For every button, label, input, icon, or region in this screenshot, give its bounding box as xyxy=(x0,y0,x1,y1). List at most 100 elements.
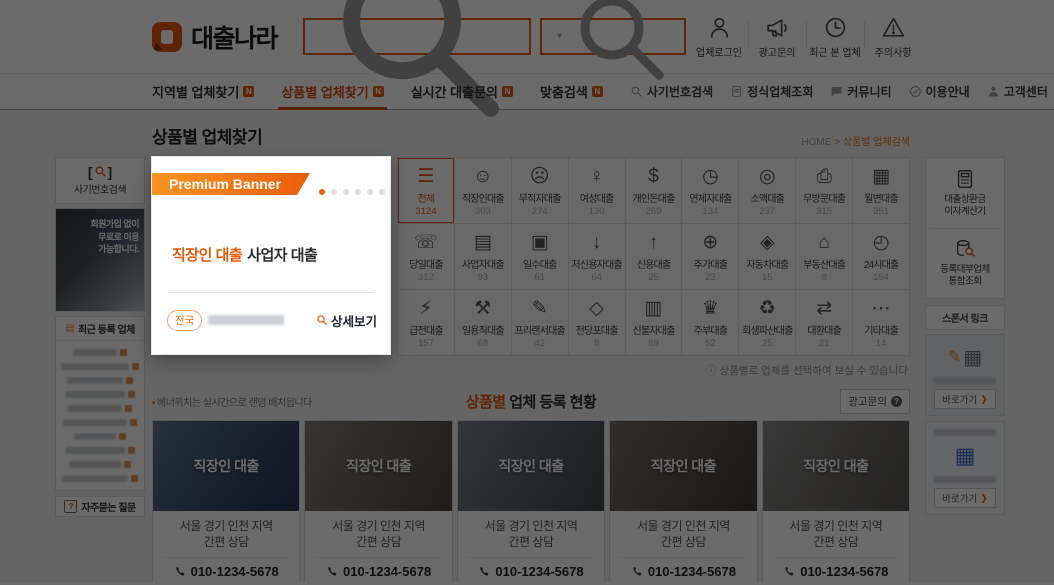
caution-link[interactable]: 주의사항 xyxy=(864,15,922,59)
category-cell[interactable]: ☏ 당일대출 312 xyxy=(398,224,454,289)
company-search-input[interactable] xyxy=(551,29,555,45)
loan-interest-calculator-link[interactable]: 대출상환금이자계산기 xyxy=(929,168,1001,219)
company-login-link[interactable]: 업체로그인 xyxy=(690,15,748,59)
recent-company-item-blurred[interactable] xyxy=(61,460,139,468)
category-label: 대환대출 xyxy=(807,322,841,337)
usage-guide-link[interactable]: 이용안내 xyxy=(909,83,970,100)
recent-company-item-blurred[interactable] xyxy=(61,362,139,370)
category-cell[interactable]: ⊕ 추가대출 23 xyxy=(682,224,738,289)
customer-center-link[interactable]: 고객센터 xyxy=(987,83,1048,100)
category-cell[interactable]: ▤ 사업자대출 93 xyxy=(455,224,511,289)
category-cell[interactable]: ♛ 주부대출 52 xyxy=(682,290,738,355)
breadcrumb-home[interactable]: HOME xyxy=(801,137,831,148)
card-phone[interactable]: 010-1234-5678 xyxy=(620,557,746,582)
category-cell[interactable]: ♀ 여성대출 130 xyxy=(569,158,625,223)
ad-inquiry-link[interactable]: 광고문의 xyxy=(748,15,806,59)
recent-company-item-blurred[interactable] xyxy=(61,432,139,440)
category-icon: ♛ xyxy=(702,296,719,321)
section-title: 상품별 업체 등록 현황 xyxy=(152,391,910,412)
pagination-dot[interactable] xyxy=(343,189,349,195)
new-badge xyxy=(126,377,133,384)
recent-companies-list xyxy=(56,341,144,490)
category-cell[interactable]: ◷ 연체자대출 134 xyxy=(682,158,738,223)
category-cell[interactable]: $ 개인돈대출 269 xyxy=(626,158,682,223)
premium-banner-ribbon: Premium Banner xyxy=(152,173,310,195)
pagination-dot[interactable] xyxy=(331,189,337,195)
fraud-number-search-link[interactable]: 사기번호검색 xyxy=(630,83,713,100)
shortcut-button[interactable]: 바로가기❯ xyxy=(934,488,996,508)
banner-detail-link[interactable]: 상세보기 xyxy=(316,311,377,330)
category-cell[interactable]: ◇ 전당포대출 8 xyxy=(569,290,625,355)
nav-custom-search[interactable]: 맞춤검색 N xyxy=(540,74,603,109)
recent-company-item-blurred[interactable] xyxy=(61,348,139,356)
category-cell[interactable]: ☺ 직장인대출 303 xyxy=(455,158,511,223)
recent-company-item-blurred[interactable] xyxy=(61,474,139,482)
category-icon: ◴ xyxy=(873,230,890,255)
licensed-company-lookup-link[interactable]: 정식업체조회 xyxy=(730,83,813,100)
category-cell[interactable]: ⚡ 급전대출 157 xyxy=(398,290,454,355)
category-cell[interactable]: ↓ 저신용자대출 64 xyxy=(569,224,625,289)
card-phone[interactable]: 010-1234-5678 xyxy=(773,557,899,582)
community-link[interactable]: 커뮤니티 xyxy=(830,83,891,100)
category-cell[interactable]: ⋯ 기타대출 14 xyxy=(853,290,909,355)
recent-company-item-blurred[interactable] xyxy=(61,376,139,384)
company-card[interactable]: 직장인 대출 서울 경기 인천 지역 간편 상담 010-1234-5678 xyxy=(609,420,757,582)
blurred-company-name xyxy=(208,315,284,325)
fraud-number-search-box[interactable]: [ ] 사기번호검색 xyxy=(55,157,145,204)
category-cell[interactable]: ◴ 24시대출 154 xyxy=(853,224,909,289)
company-card[interactable]: 직장인 대출 서울 경기 인천 지역 간편 상담 010-1234-5678 xyxy=(304,420,452,582)
category-icon: ⌂ xyxy=(818,230,829,255)
pagination-dot[interactable] xyxy=(367,189,373,195)
category-cell[interactable]: ✎ 프리랜서대출 42 xyxy=(512,290,568,355)
category-cell[interactable]: ◈ 자동차대출 15 xyxy=(739,224,795,289)
chevron-down-icon[interactable]: ▾ xyxy=(557,31,562,42)
pagination-dot[interactable] xyxy=(355,189,361,195)
category-cell[interactable]: ◎ 소액대출 237 xyxy=(739,158,795,223)
recently-viewed-link[interactable]: 최근 본 업체 xyxy=(806,15,864,59)
category-cell[interactable]: ♻ 회생파산대출 25 xyxy=(739,290,795,355)
category-cell[interactable]: ☰ 전체 3124 xyxy=(398,158,454,223)
card-phone[interactable]: 010-1234-5678 xyxy=(315,557,441,582)
faq-button[interactable]: ? 자주묻는 질문 xyxy=(55,496,145,517)
category-cell[interactable]: ⚒ 일용직대출 68 xyxy=(455,290,511,355)
company-card[interactable]: 직장인 대출 서울 경기 인천 지역 간편 상담 010-1234-5678 xyxy=(152,420,300,582)
nav-region-search[interactable]: 지역별 업체찾기 N xyxy=(152,74,254,109)
category-label: 개인돈대출 xyxy=(632,190,674,205)
sponsor-ad[interactable]: ✎▦ 바로가기❯ xyxy=(925,334,1005,416)
category-count: 274 xyxy=(532,206,548,217)
recent-company-item-blurred[interactable] xyxy=(61,418,139,426)
brand-logo[interactable]: 대출나라 xyxy=(152,19,277,55)
sponsor-links-title: 스폰서 링크 xyxy=(925,305,1005,330)
premium-banner[interactable]: Premium Banner xyxy=(152,157,390,354)
pagination-dot[interactable] xyxy=(319,189,325,195)
warning-icon xyxy=(881,15,906,40)
category-cell[interactable]: ▥ 신불자대출 69 xyxy=(626,290,682,355)
category-cell[interactable]: ⇄ 대환대출 21 xyxy=(796,290,852,355)
question-icon: ? xyxy=(64,500,77,513)
category-cell[interactable]: ⌂ 부동산대출 8 xyxy=(796,224,852,289)
category-icon: ☺ xyxy=(473,164,492,189)
recent-company-item-blurred[interactable] xyxy=(61,446,139,454)
company-card[interactable]: 직장인 대출 서울 경기 인천 지역 간편 상담 010-1234-5678 xyxy=(762,420,910,582)
free-signup-promo-banner[interactable]: 회원가입 없이 무료로 이용 가능합니다. xyxy=(55,208,145,312)
category-cell[interactable]: ↑ 신용대출 25 xyxy=(626,224,682,289)
category-count: 130 xyxy=(589,206,605,217)
sponsor-ad[interactable]: ▦ 바로가기❯ xyxy=(925,421,1005,515)
category-cell[interactable]: ▦ 월변대출 251 xyxy=(853,158,909,223)
search-icon[interactable] xyxy=(318,0,520,138)
nav-product-search[interactable]: 상품별 업체찾기 N xyxy=(281,74,383,109)
pagination-dot[interactable] xyxy=(379,189,385,195)
recent-company-item-blurred[interactable] xyxy=(61,390,139,398)
category-cell[interactable]: ▣ 일수대출 61 xyxy=(512,224,568,289)
blurred-company-name xyxy=(65,391,125,398)
card-phone[interactable]: 010-1234-5678 xyxy=(468,557,594,582)
recent-company-item-blurred[interactable] xyxy=(61,404,139,412)
category-cell[interactable]: ⎙ 무방문대출 315 xyxy=(796,158,852,223)
shortcut-button[interactable]: 바로가기❯ xyxy=(934,389,996,409)
category-cell[interactable]: ☹ 무직자대출 274 xyxy=(512,158,568,223)
card-phone[interactable]: 010-1234-5678 xyxy=(163,557,289,582)
registered-lender-lookup-link[interactable]: 등록대부업체통합조회 xyxy=(929,228,1001,289)
ad-inquiry-button[interactable]: 광고문의 ? xyxy=(840,389,910,414)
nav-realtime-inquiry[interactable]: 실시간 대출문의 N xyxy=(411,74,513,109)
company-card[interactable]: 직장인 대출 서울 경기 인천 지역 간편 상담 010-1234-5678 xyxy=(457,420,605,582)
